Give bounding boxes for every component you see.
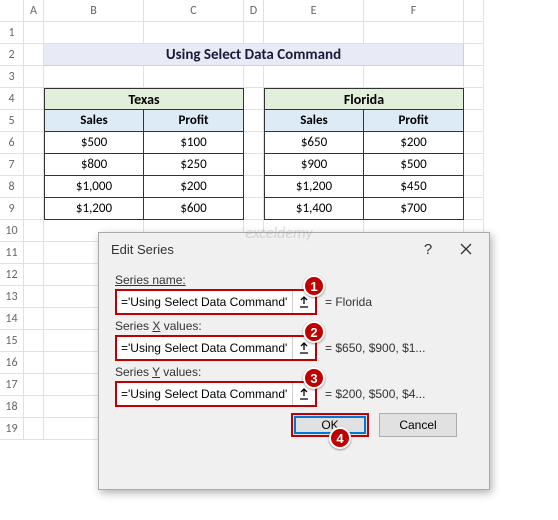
florida-profit-header[interactable]: Profit	[364, 110, 464, 132]
callout-3: 3	[303, 367, 325, 389]
table-cell[interactable]: $1,200	[44, 198, 144, 220]
row-7[interactable]: 7	[0, 154, 24, 176]
help-button[interactable]: ?	[409, 235, 447, 263]
row-17[interactable]: 17	[0, 374, 24, 396]
dialog-title: Edit Series	[111, 242, 174, 257]
table-cell[interactable]: $500	[44, 132, 144, 154]
row-12[interactable]: 12	[0, 264, 24, 286]
row-16[interactable]: 16	[0, 352, 24, 374]
col-A[interactable]: A	[24, 0, 44, 22]
row-2[interactable]: 2	[0, 44, 24, 66]
texas-sales-header[interactable]: Sales	[44, 110, 144, 132]
table-cell[interactable]: $450	[364, 176, 464, 198]
callout-1: 1	[303, 275, 325, 297]
texas-header[interactable]: Texas	[44, 88, 244, 110]
close-icon	[460, 243, 472, 255]
row-11[interactable]: 11	[0, 242, 24, 264]
series-x-input[interactable]	[117, 341, 291, 355]
series-name-label: Series name:	[115, 273, 473, 287]
series-name-result: = Florida	[325, 295, 473, 309]
series-x-label: Series X values:	[115, 319, 473, 333]
series-y-field-wrap	[115, 381, 317, 407]
table-cell[interactable]: $650	[264, 132, 364, 154]
row-14[interactable]: 14	[0, 308, 24, 330]
table-cell[interactable]: $700	[364, 198, 464, 220]
row-19[interactable]: 19	[0, 418, 24, 440]
row-13[interactable]: 13	[0, 286, 24, 308]
series-x-result: = $650, $900, $1...	[325, 341, 473, 355]
row-8[interactable]: 8	[0, 176, 24, 198]
callout-4: 4	[329, 427, 351, 449]
texas-profit-header[interactable]: Profit	[144, 110, 244, 132]
row-4[interactable]: 4	[0, 88, 24, 110]
col-C[interactable]: C	[144, 0, 244, 22]
florida-sales-header[interactable]: Sales	[264, 110, 364, 132]
florida-header[interactable]: Florida	[264, 88, 464, 110]
series-y-label: Series Y values:	[115, 365, 473, 379]
row-5[interactable]: 5	[0, 110, 24, 132]
table-cell[interactable]: $900	[264, 154, 364, 176]
table-cell[interactable]: $100	[144, 132, 244, 154]
row-1[interactable]: 1	[0, 22, 24, 44]
series-y-result: = $200, $500, $4...	[325, 387, 473, 401]
table-cell[interactable]: $500	[364, 154, 464, 176]
row-3[interactable]: 3	[0, 66, 24, 88]
series-x-field-wrap	[115, 335, 317, 361]
dialog-titlebar[interactable]: Edit Series ?	[99, 233, 489, 265]
row-9[interactable]: 9	[0, 198, 24, 220]
edit-series-dialog: Edit Series ? Series name: 1 = Florida S…	[98, 232, 490, 490]
table-cell[interactable]: $200	[364, 132, 464, 154]
table-cell[interactable]: $1,400	[264, 198, 364, 220]
col-B[interactable]: B	[44, 0, 144, 22]
row-10[interactable]: 10	[0, 220, 24, 242]
series-name-input[interactable]	[117, 295, 291, 309]
table-cell[interactable]: $800	[44, 154, 144, 176]
select-all-corner[interactable]	[0, 0, 24, 22]
page-title[interactable]: Using Select Data Command	[44, 44, 464, 66]
series-name-field-wrap	[115, 289, 317, 315]
row-6[interactable]: 6	[0, 132, 24, 154]
row-15[interactable]: 15	[0, 330, 24, 352]
col-D[interactable]: D	[244, 0, 264, 22]
table-cell[interactable]: $1,000	[44, 176, 144, 198]
close-button[interactable]	[447, 235, 485, 263]
col-E[interactable]: E	[264, 0, 364, 22]
series-y-input[interactable]	[117, 387, 291, 401]
row-18[interactable]: 18	[0, 396, 24, 418]
table-cell[interactable]: $600	[144, 198, 244, 220]
table-cell[interactable]: $200	[144, 176, 244, 198]
table-cell[interactable]: $250	[144, 154, 244, 176]
callout-2: 2	[303, 321, 325, 343]
col-F[interactable]: F	[364, 0, 464, 22]
cancel-button[interactable]: Cancel	[379, 413, 457, 437]
cell[interactable]	[24, 22, 44, 44]
table-cell[interactable]: $1,200	[264, 176, 364, 198]
